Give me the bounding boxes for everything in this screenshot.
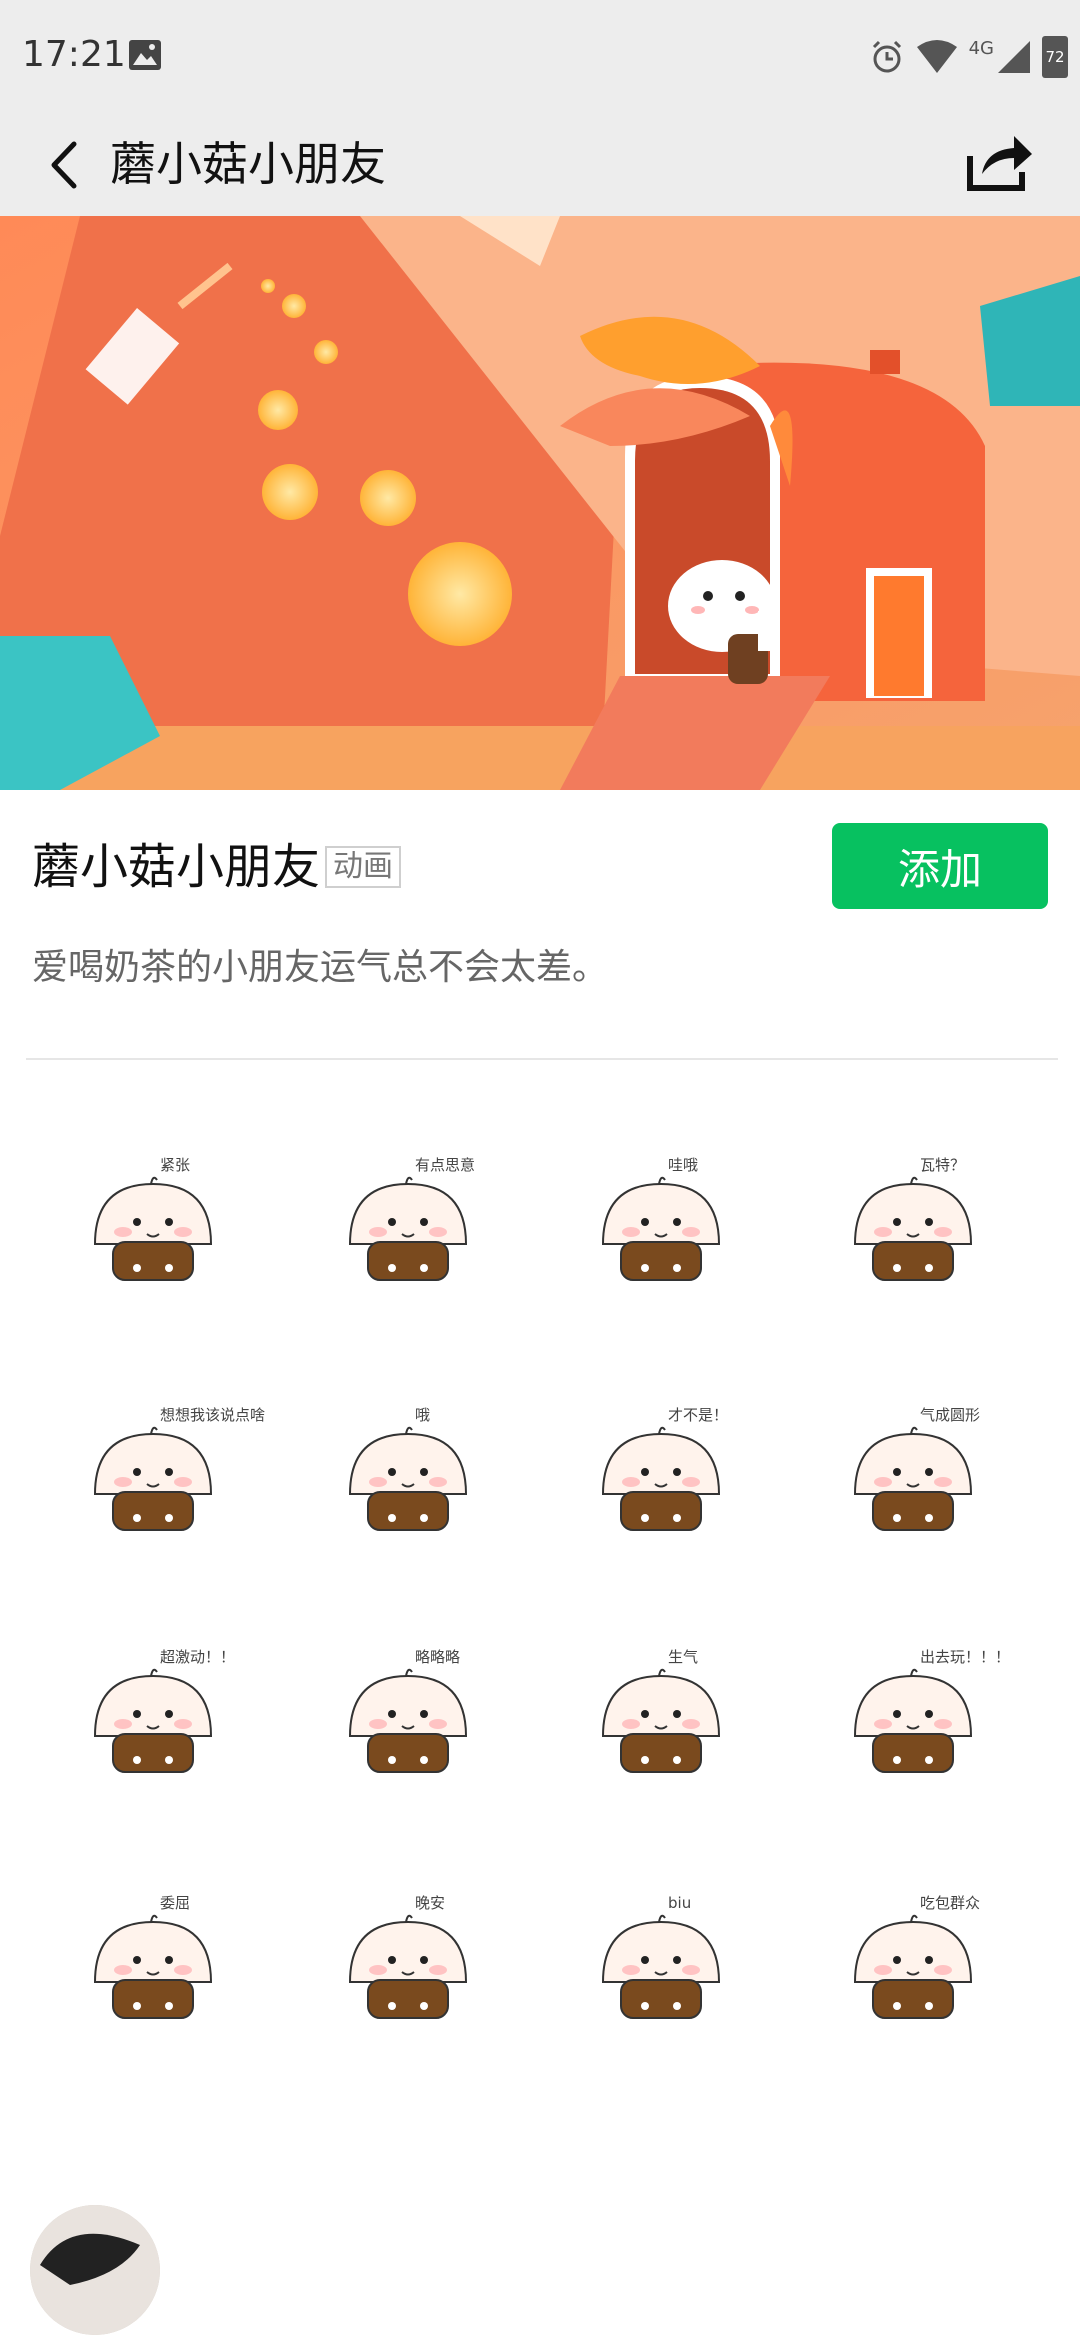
sticker-pack-description: 爱喝奶茶的小朋友运气总不会太差。 [32,947,609,988]
sticker-item[interactable]: 出去玩！！！ [780,1592,1050,1840]
signal-icon [998,41,1030,73]
sticker-caption: 有点思意 [415,1156,475,1174]
sticker-caption: 生气 [668,1648,698,1666]
sticker-item[interactable]: 气成圆形 [780,1350,1050,1598]
sticker-item[interactable]: 哇哦 [528,1100,798,1348]
status-time: 17:21 [22,34,126,75]
mushroom-sticker-icon: 吃包群众 [853,1894,980,2019]
sticker-item[interactable]: 有点思意 [275,1100,545,1348]
sticker-caption: 哇哦 [668,1156,698,1174]
sticker-caption: 委屈 [160,1894,190,1912]
sticker-item[interactable]: 想想我该说点啥 [20,1350,290,1598]
mushroom-sticker-icon: 生气 [601,1648,721,1773]
battery-level: 72 [1045,48,1065,66]
sticker-item[interactable]: 吃包群众 [780,1838,1050,2086]
wifi-icon [916,40,957,73]
sticker-item[interactable]: 生气 [528,1592,798,1840]
sticker-caption: 超激动！！ [160,1648,235,1666]
battery-icon: 72 [1042,36,1068,78]
mushroom-sticker-icon: 略略略 [348,1648,468,1773]
divider [26,1058,1058,1060]
mushroom-sticker-icon: 超激动！！ [93,1648,235,1773]
sticker-item[interactable]: 超激动！！ [20,1592,290,1840]
mushroom-sticker-icon: 才不是！ [601,1406,728,1531]
mushroom-sticker-icon: 想想我该说点啥 [93,1406,265,1531]
network-type: 4G [968,37,994,59]
image-notification-icon [129,40,161,70]
mushroom-sticker-icon: 气成圆形 [853,1406,980,1531]
back-arrow-icon[interactable] [32,130,102,200]
sticker-caption: biu [668,1894,691,1912]
mushroom-sticker-icon: 有点思意 [348,1156,475,1281]
sticker-caption: 晚安 [415,1894,445,1912]
banner-illustration [0,216,1080,790]
sticker-item[interactable]: 哦 [275,1350,545,1598]
mushroom-sticker-icon: 紧张 [93,1156,213,1281]
nav-bar: 蘑小菇小朋友 [0,118,1080,216]
animated-tag: 动画 [325,846,401,888]
sticker-caption: 出去玩！！！ [920,1648,1010,1666]
add-button[interactable]: 添加 [832,823,1048,909]
sticker-item[interactable]: 瓦特？ [780,1100,1050,1348]
sticker-item[interactable]: 才不是！ [528,1350,798,1598]
mushroom-sticker-icon: biu [601,1894,721,2019]
author-avatar[interactable] [30,2205,160,2335]
sticker-item[interactable]: 略略略 [275,1592,545,1840]
mushroom-sticker-icon: 出去玩！！！ [853,1648,1010,1773]
mushroom-sticker-icon: 哦 [348,1406,468,1531]
sticker-caption: 气成圆形 [920,1406,980,1424]
sticker-item[interactable]: 委屈 [20,1838,290,2086]
sticker-caption: 想想我该说点啥 [160,1406,265,1424]
sticker-item[interactable]: 晚安 [275,1838,545,2086]
alarm-icon [872,40,901,73]
sticker-item[interactable]: biu [528,1838,798,2086]
mushroom-sticker-icon: 晚安 [348,1894,468,2019]
status-icons: 4G 72 [869,32,1068,82]
sticker-caption: 哦 [415,1406,430,1424]
mushroom-sticker-icon: 哇哦 [601,1156,721,1281]
sticker-caption: 才不是！ [668,1406,728,1424]
sticker-caption: 紧张 [160,1156,190,1174]
sticker-caption: 瓦特？ [920,1156,965,1174]
sticker-item[interactable]: 紧张 [20,1100,290,1348]
sticker-caption: 吃包群众 [920,1894,980,1912]
mushroom-sticker-icon: 瓦特？ [853,1156,973,1281]
mushroom-sticker-icon: 委屈 [93,1894,213,2019]
share-icon[interactable] [956,122,1036,202]
status-bar: 17:21 4G 72 [0,0,1080,118]
sticker-caption: 略略略 [415,1648,460,1666]
page-title: 蘑小菇小朋友 [110,137,386,191]
sticker-pack-name: 蘑小菇小朋友 [32,839,321,895]
